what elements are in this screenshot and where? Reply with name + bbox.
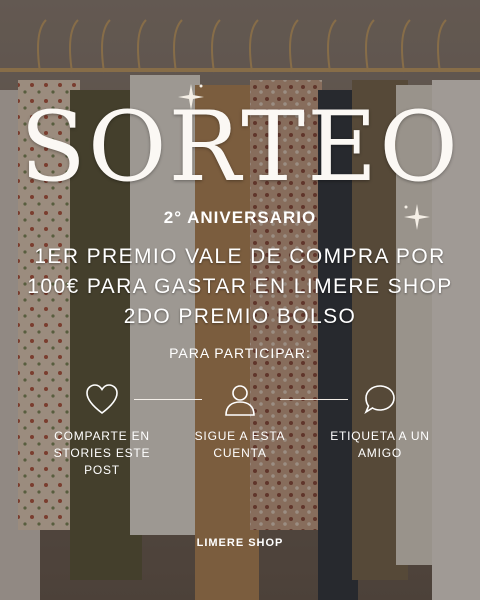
speech-bubble-icon (364, 385, 395, 414)
user-icon (225, 385, 255, 416)
step-share: COMPARTE EN STORIES ESTE POST (53, 429, 151, 477)
giveaway-poster: SORTEO 2° ANIVERSARIO 1ER PREMIO VALE DE… (0, 0, 480, 600)
poster-title: SORTEO (20, 91, 460, 203)
step-follow: SIGUE A ESTA CUENTA (194, 429, 286, 460)
prize-line: 1ER PREMIO VALE DE COMPRA POR (34, 245, 446, 268)
brand-name: LIMERE SHOP (196, 537, 284, 549)
heart-icon (86, 384, 118, 415)
step-tag: ETIQUETA A UN AMIGO (330, 429, 430, 460)
prize-line: 2DO PREMIO BOLSO (123, 305, 357, 328)
divider-line (280, 399, 348, 400)
divider-line (134, 399, 202, 400)
dark-overlay (0, 0, 480, 600)
prize-line: 100€ PARA GASTAR EN LIMERE SHOP (27, 275, 453, 298)
participate-heading: PARA PARTICIPAR: (169, 345, 311, 361)
poster-subtitle: 2° ANIVERSARIO (163, 208, 317, 227)
